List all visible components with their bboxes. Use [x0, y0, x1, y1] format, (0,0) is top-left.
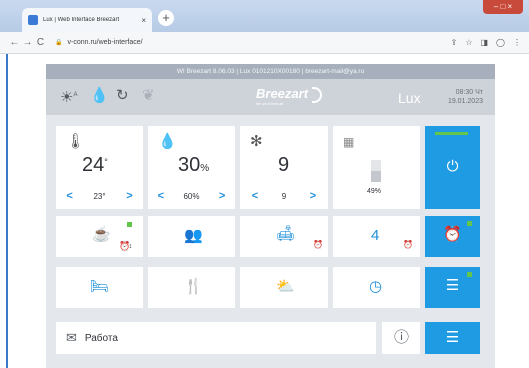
window-controls[interactable]: – □ × — [483, 0, 523, 14]
settings-active-indicator — [467, 272, 472, 277]
status-bar: ☀A 💧 ↻ ❦ Breezart the art of fresh air L… — [46, 79, 495, 115]
humidity-decrease-button[interactable]: < — [158, 190, 164, 202]
filter-level-fill — [371, 171, 381, 182]
bed-icon: 🛏 — [90, 278, 110, 295]
forward-button[interactable]: → — [21, 37, 34, 48]
alarm-clock-icon: ⏰ — [443, 226, 462, 243]
info-button[interactable]: ⓘ — [382, 322, 420, 354]
humidity-drops-icon: 💧 — [158, 133, 177, 150]
clock-icon: ◷ — [369, 278, 383, 295]
info-icon: ⓘ — [394, 329, 410, 346]
info-bar: WI Breezart 8.06.03 | Lux 0101210X00180 … — [46, 64, 495, 79]
control-panel: WI Breezart 8.06.03 | Lux 0101210X00180 … — [46, 64, 495, 368]
bookmark-star-icon[interactable]: ☆ — [465, 38, 472, 47]
humidity-tile: 💧 30% < 60% > — [148, 126, 235, 209]
filter-settings-icon: ☰ — [445, 277, 460, 294]
timer-number: 1 — [129, 244, 132, 250]
brand-mark-icon — [312, 87, 322, 103]
mail-icon: ✉ — [66, 330, 77, 345]
sun-cloud-icon: ⛅ — [276, 278, 295, 295]
new-tab-button[interactable]: + — [158, 10, 174, 26]
alarm-clock-icon: ⏰ — [313, 240, 323, 249]
fan-setpoint: 9 — [281, 191, 287, 201]
profile-icon[interactable]: ◯ — [496, 38, 505, 47]
filter-percent: 49% — [367, 188, 382, 195]
power-button[interactable]: ⏻ — [425, 126, 480, 209]
drops-icon[interactable]: 💧 — [90, 88, 109, 103]
mode-status-text: Работа — [84, 332, 118, 344]
lamp-icon: 🛋 — [276, 225, 296, 242]
scene-tile-2[interactable]: 👥 — [148, 216, 235, 257]
filter-icon: ▦ — [343, 135, 355, 149]
temperature-decrease-button[interactable]: < — [66, 190, 72, 202]
mode-tile-dining[interactable]: 🍴 — [148, 267, 235, 308]
thermometer-icon: 🌡 — [66, 133, 86, 150]
brand-subtitle: the art of fresh air — [256, 102, 284, 106]
scene-tile-1[interactable]: ☕ ⏰ 1 — [56, 216, 143, 257]
page-edge — [6, 54, 8, 368]
mode-status-bar[interactable]: ✉ Работа — [56, 322, 376, 354]
temperature-stepper: < 23° > — [56, 190, 143, 202]
filter-level-bar — [371, 160, 381, 182]
brand-logo: Breezart — [256, 86, 309, 101]
reload-button[interactable]: C — [34, 37, 47, 48]
close-tab-icon[interactable]: × — [141, 16, 146, 25]
fan-icon: ✻ — [250, 133, 263, 150]
mode-tile-schedule[interactable]: ◷ — [333, 267, 420, 308]
humidity-setpoint: 60% — [183, 191, 200, 201]
fan-increase-button[interactable]: > — [310, 190, 316, 202]
scene-active-indicator — [127, 222, 132, 227]
favicon-icon — [28, 15, 38, 25]
scene-4-value: 4 — [371, 227, 380, 244]
power-status-indicator — [435, 132, 468, 135]
fan-speed-tile: ✻ 9 < 9 > — [240, 126, 328, 209]
back-button[interactable]: ← — [8, 37, 21, 48]
coffee-cup-icon: ☕ — [92, 226, 111, 243]
temperature-value: 24° — [82, 154, 108, 176]
fan-decrease-button[interactable]: < — [252, 190, 258, 202]
settings-button[interactable]: ☰ — [425, 267, 480, 308]
url-text: v-conn.ru/web-interface/ — [67, 39, 143, 46]
hamburger-menu-icon: ☰ — [445, 329, 460, 346]
share-icon[interactable]: ⇪ — [451, 38, 458, 47]
filter-tile[interactable]: ▦ 49% — [333, 126, 420, 209]
refresh-icon[interactable]: ↻ — [116, 88, 129, 103]
menu-dots-icon[interactable]: ⋮ — [513, 38, 521, 47]
fork-knife-icon: 🍴 — [184, 278, 203, 295]
mode-tile-sleep[interactable]: 🛏 — [56, 267, 143, 308]
clock-date: 19.01.2023 — [447, 98, 483, 105]
tab-title: Lux | Web Interface Breezart — [43, 17, 120, 23]
humidity-stepper: < 60% > — [148, 190, 235, 202]
fan-speed-stepper: < 9 > — [240, 190, 328, 202]
browser-tab[interactable]: Lux | Web Interface Breezart × — [22, 8, 152, 32]
people-icon: 👥 — [184, 227, 203, 244]
alarm-button[interactable]: ⏰ — [425, 216, 480, 257]
humidity-value: 30% — [178, 154, 210, 176]
mode-tile-weather[interactable]: ⛅ — [240, 267, 328, 308]
scene-tile-3[interactable]: 🛋 ⏰ — [240, 216, 328, 257]
address-bar: ← → C 🔒 v-conn.ru/web-interface/ ⇪ ☆ ◨ ◯… — [0, 32, 529, 54]
humidity-increase-button[interactable]: > — [219, 190, 225, 202]
model-name: Lux — [398, 90, 421, 106]
alarm-active-indicator — [467, 221, 472, 226]
leaf-icon[interactable]: ❦ — [142, 88, 155, 103]
lock-icon: 🔒 — [55, 40, 63, 46]
power-icon: ⏻ — [446, 158, 459, 175]
clock-time: 08:30 Чт — [455, 89, 483, 96]
sidebar-icon[interactable]: ◨ — [480, 38, 488, 47]
browser-tools: ⇪ ☆ ◨ ◯ ⋮ — [451, 38, 521, 47]
temperature-increase-button[interactable]: > — [126, 190, 132, 202]
url-field[interactable]: 🔒 v-conn.ru/web-interface/ — [55, 39, 451, 46]
browser-tab-strip: Lux | Web Interface Breezart × + – □ × — [0, 0, 529, 32]
alarm-clock-icon: ⏰ — [403, 240, 413, 249]
clock: 08:30 Чт 19.01.2023 — [448, 88, 483, 106]
temperature-setpoint: 23° — [93, 191, 106, 201]
scene-tile-4[interactable]: 4 ⏰ — [333, 216, 420, 257]
menu-button[interactable]: ☰ — [425, 322, 480, 354]
sun-auto-icon[interactable]: ☀A — [60, 88, 77, 105]
fan-speed-value: 9 — [278, 154, 290, 176]
temperature-tile: 🌡 24° < 23° > — [56, 126, 143, 209]
